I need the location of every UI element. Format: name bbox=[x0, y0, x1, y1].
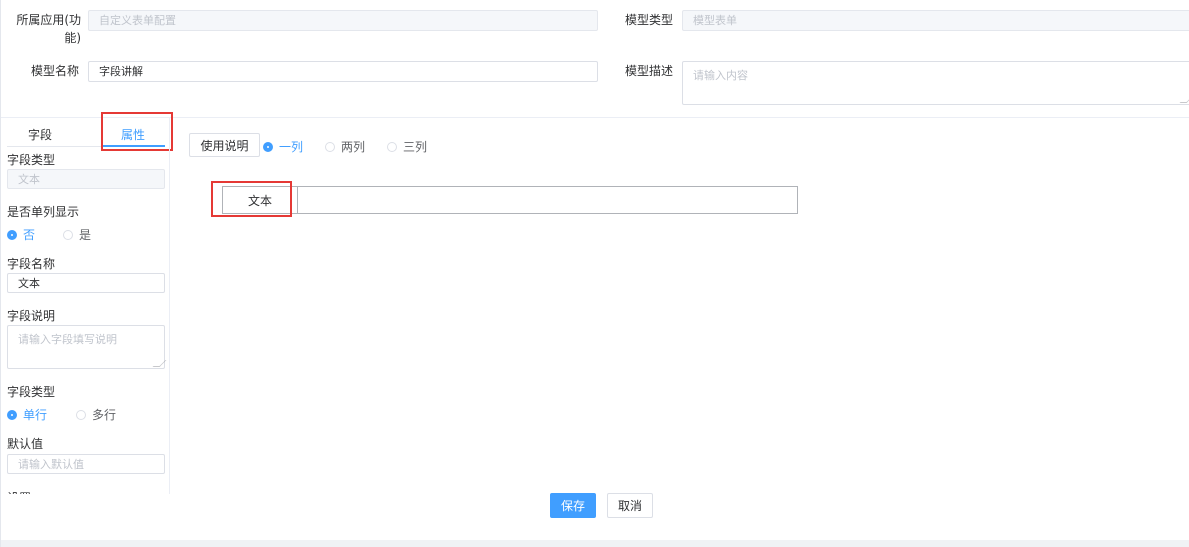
layout-two-col-radio[interactable]: 两列 bbox=[325, 138, 365, 155]
form-config-window: 所属应用(功 能) 自定义表单配置 模型类型 模型表单 模型名称 字段讲解 模型… bbox=[0, 0, 1189, 547]
app-input[interactable]: 自定义表单配置 bbox=[88, 10, 598, 31]
header-divider bbox=[1, 117, 1189, 118]
field-desc-label: 字段说明 bbox=[7, 309, 56, 323]
single-col-yes-radio[interactable]: 是 bbox=[63, 226, 91, 243]
radio-dot-icon bbox=[7, 229, 17, 240]
radio-dot-icon bbox=[63, 229, 73, 240]
app-label: 所属应用(功 能) bbox=[16, 13, 81, 45]
left-panel-divider bbox=[169, 118, 170, 494]
tab-fields[interactable]: 字段 bbox=[15, 126, 65, 144]
field-name-input[interactable]: 文本 bbox=[7, 273, 165, 293]
single-col-label: 是否单列显示 bbox=[7, 205, 80, 219]
cancel-button[interactable]: 取消 bbox=[607, 493, 653, 518]
single-col-no-radio[interactable]: 否 bbox=[7, 226, 35, 243]
radio-dot-icon bbox=[325, 141, 335, 152]
default-value-input[interactable]: 请输入默认值 bbox=[7, 454, 165, 474]
preview-field-input[interactable] bbox=[298, 187, 797, 213]
radio-dot-icon bbox=[263, 141, 273, 152]
model-type-input[interactable]: 模型表单 bbox=[682, 10, 1189, 31]
field-desc-placeholder: 请输入字段填写说明 bbox=[18, 333, 117, 346]
preview-label-highlight bbox=[211, 181, 292, 217]
line-type-label: 字段类型 bbox=[7, 385, 56, 399]
usage-button[interactable]: 使用说明 bbox=[189, 133, 260, 157]
layout-three-col-radio[interactable]: 三列 bbox=[387, 138, 427, 155]
save-button[interactable]: 保存 bbox=[550, 493, 596, 518]
line-type-multi-radio[interactable]: 多行 bbox=[76, 406, 116, 423]
model-name-input[interactable]: 字段讲解 bbox=[88, 61, 598, 82]
default-value-label: 默认值 bbox=[7, 437, 44, 451]
layout-one-col-radio[interactable]: 一列 bbox=[263, 138, 303, 155]
line-type-single-radio[interactable]: 单行 bbox=[7, 406, 47, 423]
model-desc-label: 模型描述 bbox=[625, 64, 674, 78]
model-desc-placeholder: 请输入内容 bbox=[693, 69, 748, 82]
cut-off-label: 设置 bbox=[7, 489, 31, 494]
properties-tab-highlight bbox=[101, 112, 173, 151]
radio-dot-icon bbox=[387, 141, 397, 152]
preview-field[interactable]: 文本 bbox=[222, 186, 798, 214]
resize-handle-icon[interactable] bbox=[1179, 96, 1189, 103]
radio-dot-icon bbox=[7, 409, 17, 420]
field-desc-textarea[interactable]: 请输入字段填写说明 bbox=[7, 325, 167, 369]
radio-dot-icon bbox=[76, 409, 86, 420]
bottom-bar bbox=[1, 540, 1189, 547]
model-name-label: 模型名称 bbox=[31, 64, 80, 78]
field-type-input[interactable]: 文本 bbox=[7, 169, 165, 189]
field-name-label: 字段名称 bbox=[7, 257, 56, 271]
resize-handle-icon[interactable] bbox=[152, 360, 167, 367]
field-type-label: 字段类型 bbox=[7, 153, 56, 167]
model-type-label: 模型类型 bbox=[625, 13, 674, 27]
model-desc-textarea[interactable]: 请输入内容 bbox=[682, 61, 1189, 105]
